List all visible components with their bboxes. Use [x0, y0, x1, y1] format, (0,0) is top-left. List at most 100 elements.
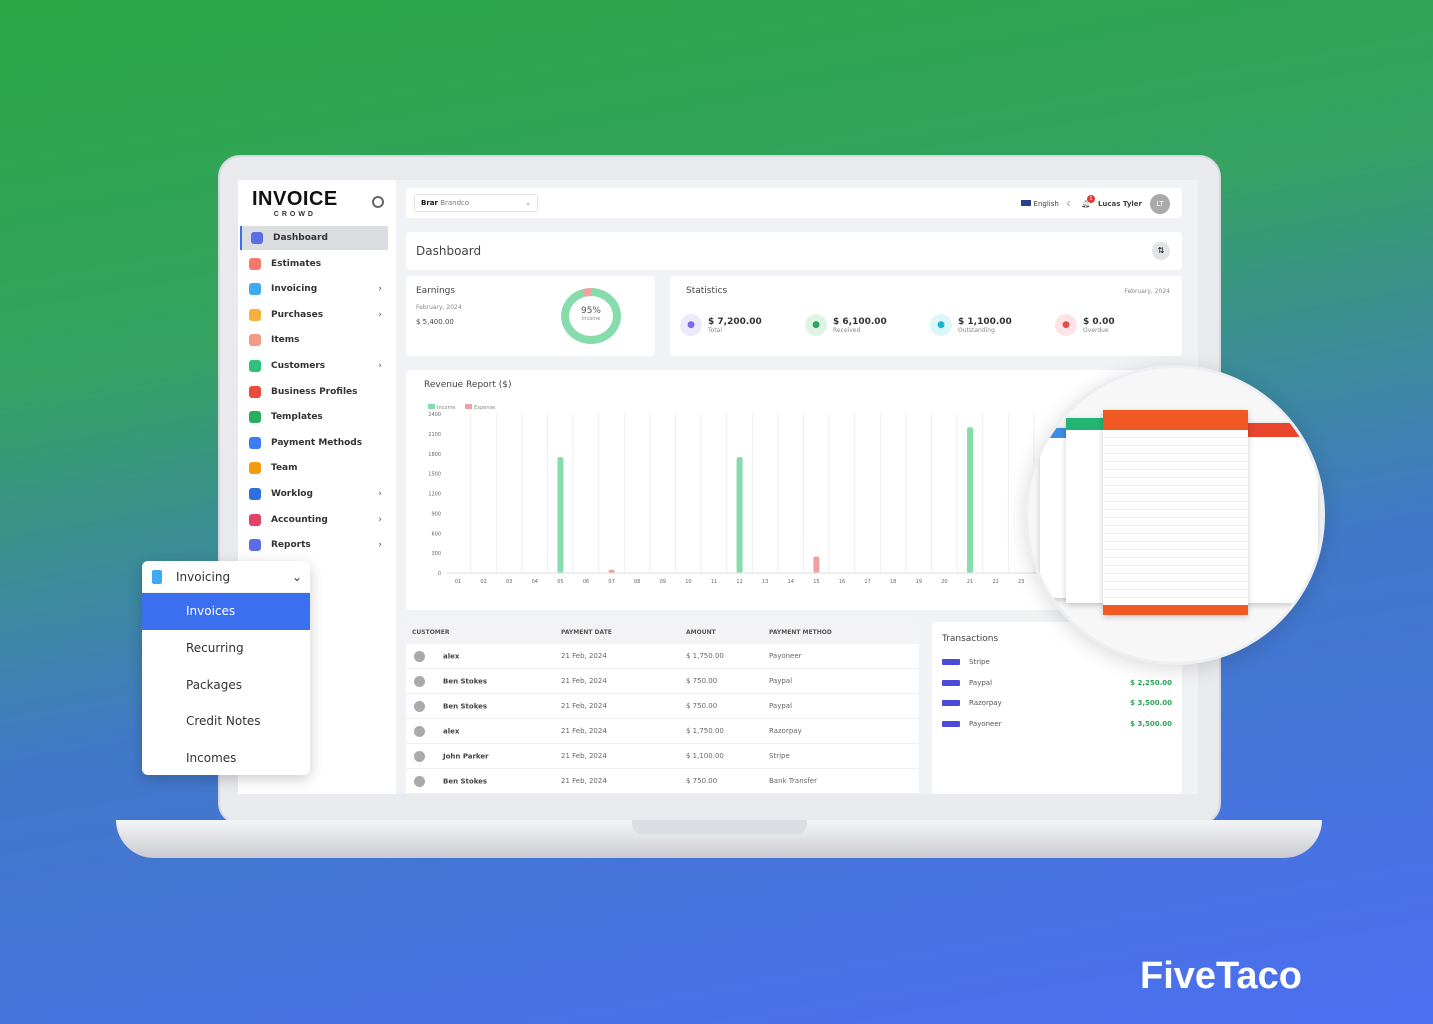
sidebar-item-payment-methods[interactable]: Payment Methods: [240, 431, 388, 455]
logo: INVOICE CROWD: [252, 188, 338, 218]
settings-icon[interactable]: [372, 196, 384, 208]
cell: Razorpay: [769, 727, 909, 735]
cell-text: $ 750.00: [686, 677, 718, 685]
user-name: Lucas Tyler: [1097, 200, 1142, 208]
x-tick-label: 07: [608, 579, 614, 585]
transaction-amount: $ 3,500.00: [1130, 719, 1172, 728]
transaction-name: Stripe: [969, 658, 990, 667]
sidebar-item-items[interactable]: Items: [240, 328, 388, 352]
sidebar-item-label: Items: [271, 335, 300, 346]
bar-income: [557, 457, 564, 573]
trend-icon: ●: [680, 314, 702, 336]
cell-text: Ben Stokes: [443, 677, 488, 685]
submenu-item-incomes[interactable]: Incomes: [142, 740, 310, 777]
cell: Paypal: [769, 677, 909, 685]
chevron-right-icon: ›: [378, 284, 382, 295]
submenu-item-label: Credit Notes: [186, 714, 261, 729]
chevron-right-icon: ›: [378, 540, 382, 551]
cell: 21 Feb, 2024: [561, 652, 686, 660]
cell-text: Ben Stokes: [443, 777, 488, 785]
cell: $ 750.00: [686, 677, 769, 685]
sidebar-item-invoicing[interactable]: Invoicing ›: [240, 277, 388, 301]
transaction-item[interactable]: Payoneer $ 3,500.00: [942, 714, 1172, 735]
language-select[interactable]: English: [1020, 200, 1059, 208]
submenu-item-invoices[interactable]: Invoices: [142, 593, 310, 630]
column-header: PAYMENT DATE: [561, 629, 612, 636]
sidebar-item-label: Customers: [271, 361, 326, 371]
table-row[interactable]: alex 21 Feb, 2024 $ 1,750.00 Razorpay: [406, 719, 919, 744]
table-row[interactable]: John Parker 21 Feb, 2024 $ 1,100.00 Stripe: [406, 744, 919, 769]
sidebar-item-accounting[interactable]: Accounting ›: [240, 508, 388, 532]
stat-total: ● $ 7,200.00 Total: [680, 314, 805, 336]
cell-text: $ 1,100.00: [686, 752, 724, 760]
stat-outstanding: ● $ 1,100.00 Outstanding: [930, 314, 1055, 336]
briefcase-icon: [249, 385, 261, 398]
submenu-header[interactable]: Invoicing ⌄: [142, 561, 310, 593]
x-tick-label: 06: [583, 579, 589, 585]
sidebar-item-label: Worklog: [271, 489, 313, 499]
transaction-item[interactable]: Razorpay $ 3,500.00: [942, 693, 1172, 714]
stat-overdue: ● $ 0.00 Overdue: [1055, 314, 1180, 336]
sidebar-item-estimates[interactable]: Estimates: [240, 252, 388, 276]
table-row[interactable]: Ben Stokes 21 Feb, 2024 $ 750.00 Paypal: [406, 694, 919, 719]
submenu-item-credit-notes[interactable]: Credit Notes: [142, 703, 310, 740]
x-tick-label: 21: [967, 579, 973, 585]
moon-icon[interactable]: ☾: [1067, 200, 1073, 208]
sidebar-item-purchases[interactable]: Purchases ›: [240, 303, 388, 327]
sidebar-item-label: Estimates: [271, 258, 322, 269]
invoice-template-preview: [1103, 410, 1248, 615]
column-header: CUSTOMER: [412, 629, 450, 636]
bag-icon: [249, 308, 261, 321]
page-title: Dashboard: [416, 244, 482, 258]
y-tick-label: 1200: [428, 492, 441, 498]
bell-icon[interactable]: 🔔︎ 1: [1081, 195, 1095, 208]
sidebar-item-reports[interactable]: Reports ›: [240, 533, 388, 557]
cell-text: 21 Feb, 2024: [561, 727, 607, 735]
laptop-notch: [632, 820, 807, 834]
company-select[interactable]: Brar Brandco ⌄: [414, 194, 538, 212]
company-name: Brandco: [440, 199, 470, 207]
card-icon: [249, 436, 261, 449]
x-tick-label: 11: [711, 579, 717, 585]
transaction-item[interactable]: Paypal $ 2,250.00: [942, 673, 1172, 694]
transaction-name: Razorpay: [969, 699, 1002, 708]
cell-text: Stripe: [769, 752, 790, 760]
stat-label: Overdue: [1083, 326, 1109, 334]
table-row[interactable]: Ben Stokes 21 Feb, 2024 $ 750.00 Paypal: [406, 669, 919, 694]
avatar[interactable]: LT: [1150, 194, 1170, 214]
cell-text: 21 Feb, 2024: [561, 777, 607, 785]
team-icon: [249, 462, 261, 475]
legend-label: Income: [437, 405, 455, 411]
file-icon: [249, 283, 261, 296]
stripe-logo-icon: [942, 659, 960, 666]
table-row[interactable]: alex 21 Feb, 2024 $ 1,750.00 Payoneer: [406, 644, 919, 669]
submenu-item-recurring[interactable]: Recurring: [142, 630, 310, 667]
sidebar-item-team[interactable]: Team: [240, 456, 388, 480]
cell-text: Bank Transfer: [769, 777, 817, 785]
sidebar-item-business-profiles[interactable]: Business Profiles: [240, 380, 388, 404]
submenu-item-label: Recurring: [186, 640, 244, 655]
submenu-item-packages[interactable]: Packages: [142, 667, 310, 704]
sort-filter-button[interactable]: ⇅: [1152, 242, 1170, 260]
avatar-icon: [414, 775, 425, 787]
x-tick-label: 19: [916, 579, 922, 585]
report-icon: [249, 539, 261, 552]
donut-percent: 95%: [580, 306, 601, 316]
transactions-title: Transactions: [942, 634, 999, 644]
earnings-title: Earnings: [416, 286, 456, 296]
sidebar-item-templates[interactable]: Templates: [240, 405, 388, 429]
table-row[interactable]: Ben Stokes 21 Feb, 2024 $ 750.00 Bank Trans…: [406, 769, 919, 794]
earnings-period: February, 2024: [416, 304, 462, 311]
statistics-title: Statistics: [686, 286, 728, 296]
cell-text: 21 Feb, 2024: [561, 752, 607, 760]
x-tick-label: 09: [660, 579, 666, 585]
sidebar-item-customers[interactable]: Customers ›: [240, 354, 388, 378]
avatar-icon: [414, 700, 425, 712]
cell: Ben Stokes: [406, 700, 561, 712]
x-tick-label: 04: [532, 579, 538, 585]
x-tick-label: 01: [455, 579, 461, 585]
sidebar-item-dashboard[interactable]: Dashboard: [240, 226, 388, 250]
donut-label: Income: [581, 316, 601, 322]
avatar-icon: [414, 725, 425, 737]
sidebar-item-worklog[interactable]: Worklog ›: [240, 482, 388, 506]
